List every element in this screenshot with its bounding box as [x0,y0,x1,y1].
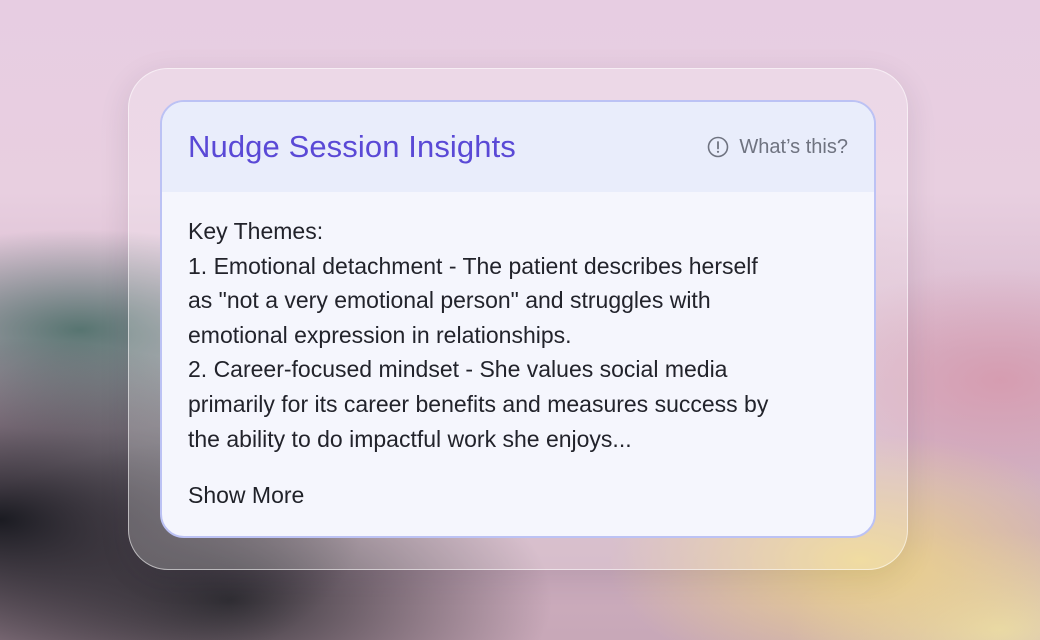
whats-this-button[interactable]: What’s this? [707,136,848,159]
card-body: Key Themes: 1. Emotional detachment - Th… [162,192,874,513]
whats-this-label: What’s this? [739,135,848,158]
insights-card: Nudge Session Insights What’s this? Key … [160,100,876,538]
body-line: 1. Emotional detachment - The patient de… [188,252,758,279]
body-line: primarily for its career benefits and me… [188,390,769,417]
body-line: emotional expression in relationships. [188,321,572,348]
body-line: as "not a very emotional person" and str… [188,287,711,314]
body-line: 2. Career-focused mindset - She values s… [188,356,728,383]
body-line: Key Themes: [188,218,324,244]
card-title: Nudge Session Insights [188,129,516,164]
show-more-button[interactable]: Show More [188,478,304,513]
body-line: the ability to do impactful work she enj… [188,425,632,452]
info-circle-icon [707,136,729,158]
card-header: Nudge Session Insights What’s this? [162,102,874,192]
